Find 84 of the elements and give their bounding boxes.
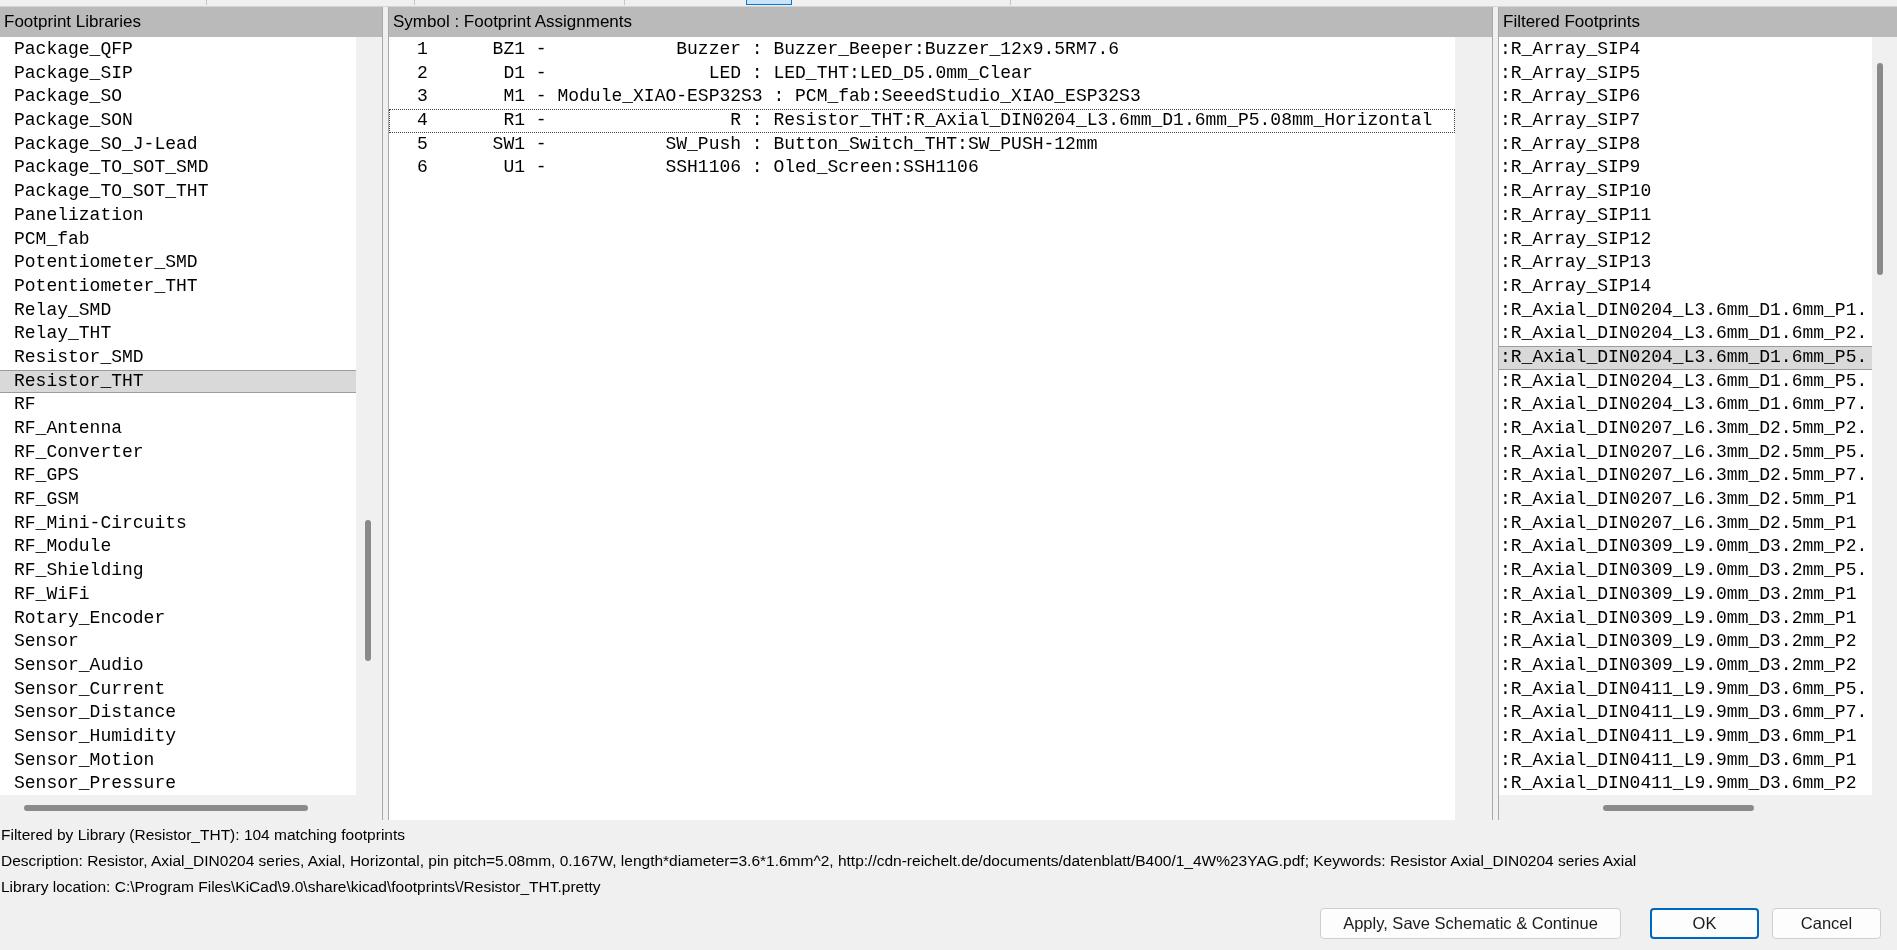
library-item[interactable]: RF_Shielding: [0, 559, 356, 583]
library-item[interactable]: Package_SO_J-Lead: [0, 132, 356, 157]
library-item[interactable]: Sensor: [0, 630, 356, 654]
footprint-item[interactable]: :R_Axial_DIN0204_L3.6mm_D1.6mm_P5.: [1499, 369, 1872, 394]
filter-status-text: Filtered by Library (Resistor_THT): 104 matching footprints: [1, 825, 406, 845]
library-item[interactable]: Sensor_Audio: [0, 653, 356, 678]
footprint-item[interactable]: :R_Axial_DIN0411_L9.9mm_D3.6mm_P1: [1499, 748, 1872, 773]
footprint-item[interactable]: :R_Array_SIP8: [1499, 132, 1872, 157]
library-item[interactable]: Sensor_Current: [0, 677, 356, 702]
toolbar-button[interactable]: [746, 0, 792, 5]
library-item[interactable]: Sensor_Distance: [0, 701, 356, 725]
library-item[interactable]: Potentiometer_THT: [0, 274, 356, 299]
footprint-item[interactable]: :R_Array_SIP12: [1499, 227, 1872, 252]
cancel-button[interactable]: Cancel: [1772, 908, 1881, 939]
library-item[interactable]: RF_Module: [0, 535, 356, 560]
library-item[interactable]: RF_GPS: [0, 464, 356, 489]
footprint-item[interactable]: :R_Array_SIP7: [1499, 109, 1872, 133]
footprint-item[interactable]: :R_Axial_DIN0204_L3.6mm_D1.6mm_P7.: [1499, 393, 1872, 417]
footprint-item[interactable]: :R_Axial_DIN0207_L6.3mm_D2.5mm_P5.: [1499, 440, 1872, 465]
library-item[interactable]: PCM_fab: [0, 227, 356, 252]
library-item[interactable]: Package_TO_SOT_SMD: [0, 156, 356, 181]
library-item[interactable]: Package_SIP: [0, 61, 356, 86]
library-location-text: Library location: C:\Program Files\KiCad\9.0\share\kicad\footprints\/Resistor_THT.pretty: [1, 877, 602, 897]
library-item[interactable]: RF_WiFi: [0, 582, 356, 607]
library-item[interactable]: Package_SO: [0, 85, 356, 110]
assignment-row[interactable]: 3 M1 - Module_XIAO-ESP32S3 : PCM_fab:SeeedStudio_XIAO_ESP32S3: [389, 85, 1455, 110]
footprint-item[interactable]: :R_Axial_DIN0207_L6.3mm_D2.5mm_P1: [1499, 511, 1872, 536]
footprint-item[interactable]: :R_Array_SIP10: [1499, 180, 1872, 204]
panel-header: Footprint Libraries: [0, 7, 382, 37]
footprint-item[interactable]: :R_Axial_DIN0207_L6.3mm_D2.5mm_P2.: [1499, 417, 1872, 441]
scrollbar-thumb[interactable]: [1603, 805, 1754, 811]
library-item[interactable]: Panelization: [0, 203, 356, 228]
footprint-item[interactable]: :R_Axial_DIN0204_L3.6mm_D1.6mm_P1.: [1499, 298, 1872, 323]
scrollbar-thumb[interactable]: [24, 805, 308, 811]
library-item[interactable]: Potentiometer_SMD: [0, 251, 356, 275]
footprint-item[interactable]: :R_Axial_DIN0309_L9.0mm_D3.2mm_P5.: [1499, 559, 1872, 583]
library-item[interactable]: Relay_THT: [0, 322, 356, 346]
footprint-item[interactable]: :R_Array_SIP4: [1499, 38, 1872, 62]
footprint-item[interactable]: :R_Axial_DIN0411_L9.9mm_D3.6mm_P7.: [1499, 701, 1872, 725]
assignment-row[interactable]: 6 U1 - SSH1106 : Oled_Screen:SSH1106: [389, 156, 1455, 181]
footprint-item[interactable]: :R_Axial_DIN0411_L9.9mm_D3.6mm_P1: [1499, 724, 1872, 749]
footprint-item[interactable]: :R_Array_SIP9: [1499, 156, 1872, 181]
assignment-row[interactable]: 4 R1 - R : Resistor_THT:R_Axial_DIN0204_L3.6mm_D1.6mm_P5.08mm_Horizontal: [389, 109, 1455, 133]
library-item[interactable]: Package_QFP: [0, 38, 356, 62]
library-item[interactable]: Sensor_Pressure: [0, 772, 356, 795]
library-item[interactable]: Rotary_Encoder: [0, 606, 356, 631]
footprint-item[interactable]: :R_Axial_DIN0204_L3.6mm_D1.6mm_P5.: [1499, 345, 1872, 370]
panel-header: Filtered Footprints: [1499, 7, 1897, 37]
footprint-item[interactable]: :R_Array_SIP13: [1499, 251, 1872, 275]
footprint-item[interactable]: :R_Axial_DIN0204_L3.6mm_D1.6mm_P2.: [1499, 322, 1872, 346]
footprint-item[interactable]: :R_Axial_DIN0309_L9.0mm_D3.2mm_P1: [1499, 606, 1872, 631]
library-item[interactable]: Resistor_SMD: [0, 345, 356, 370]
footprint-item[interactable]: :R_Array_SIP6: [1499, 85, 1872, 110]
footprint-item[interactable]: :R_Array_SIP11: [1499, 203, 1872, 228]
description-text: Description: Resistor, Axial_DIN0204 series, Axial, Horizontal, pin pitch=5.08mm, 0.167W, length*diameter=3.6*1.6mm^2, http://cdn-reichelt.de/documents/datenblatt/B400/1_4W%23YAG.pdf; Keywords: Resistor Axial_DIN0204 series Axial: [1, 851, 1638, 871]
scrollbar-thumb[interactable]: [1877, 63, 1883, 275]
footprint-item[interactable]: :R_Axial_DIN0411_L9.9mm_D3.6mm_P2: [1499, 772, 1872, 795]
library-item[interactable]: Resistor_THT: [0, 369, 356, 394]
footprint-item[interactable]: :R_Axial_DIN0207_L6.3mm_D2.5mm_P7.: [1499, 464, 1872, 489]
footprint-item[interactable]: :R_Axial_DIN0411_L9.9mm_D3.6mm_P5.: [1499, 677, 1872, 702]
footprint-item[interactable]: :R_Axial_DIN0309_L9.0mm_D3.2mm_P2: [1499, 630, 1872, 654]
library-item[interactable]: RF: [0, 393, 356, 417]
panel-header: Symbol : Footprint Assignments: [389, 7, 1492, 37]
library-item[interactable]: RF_Antenna: [0, 417, 356, 441]
library-item[interactable]: RF_Converter: [0, 440, 356, 465]
library-item[interactable]: Sensor_Motion: [0, 748, 356, 773]
assignment-row[interactable]: 1 BZ1 - Buzzer : Buzzer_Beeper:Buzzer_12x9.5RM7.6: [389, 38, 1455, 62]
scrollbar-thumb[interactable]: [365, 520, 371, 661]
footprint-item[interactable]: :R_Axial_DIN0207_L6.3mm_D2.5mm_P1: [1499, 488, 1872, 512]
library-item[interactable]: RF_GSM: [0, 488, 356, 512]
ok-button[interactable]: OK: [1650, 908, 1759, 939]
library-item[interactable]: Sensor_Humidity: [0, 724, 356, 749]
footprint-item[interactable]: :R_Axial_DIN0309_L9.0mm_D3.2mm_P2: [1499, 653, 1872, 678]
library-item[interactable]: Package_SON: [0, 109, 356, 133]
apply-save-continue-button[interactable]: Apply, Save Schematic & Continue: [1320, 908, 1621, 939]
footprint-item[interactable]: :R_Array_SIP14: [1499, 274, 1872, 299]
assignment-row[interactable]: 2 D1 - LED : LED_THT:LED_D5.0mm_Clear: [389, 61, 1455, 86]
footprint-item[interactable]: :R_Axial_DIN0309_L9.0mm_D3.2mm_P1: [1499, 582, 1872, 607]
footprint-item[interactable]: :R_Array_SIP5: [1499, 61, 1872, 86]
assignment-row[interactable]: 5 SW1 - SW_Push : Button_Switch_THT:SW_PUSH-12mm: [389, 132, 1455, 157]
footprint-item[interactable]: :R_Axial_DIN0309_L9.0mm_D3.2mm_P2.: [1499, 535, 1872, 560]
library-item[interactable]: Relay_SMD: [0, 298, 356, 323]
library-item[interactable]: Package_TO_SOT_THT: [0, 180, 356, 204]
library-item[interactable]: RF_Mini-Circuits: [0, 511, 356, 536]
